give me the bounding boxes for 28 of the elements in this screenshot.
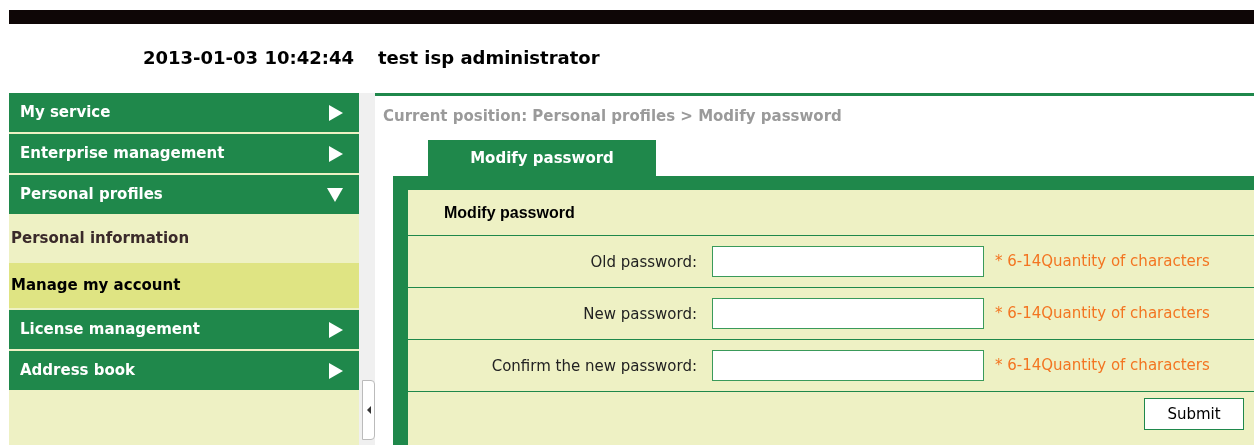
sidebar-subitem[interactable]: Manage my account xyxy=(9,263,359,308)
sidebar-menu-item[interactable]: Address book xyxy=(9,351,359,390)
sidebar-menu-item[interactable]: Personal profiles xyxy=(9,175,359,214)
password-field[interactable] xyxy=(712,298,984,329)
date-time: 2013-01-03 10:42:44 xyxy=(143,46,354,70)
field-hint: * 6-14Quantity of characters xyxy=(995,303,1210,325)
sidebar-menu-item[interactable]: My service xyxy=(9,93,359,132)
password-field[interactable] xyxy=(712,246,984,277)
caret-down-icon xyxy=(327,187,343,202)
field-label: Old password: xyxy=(590,252,697,271)
caret-right-icon xyxy=(329,104,343,121)
password-field[interactable] xyxy=(712,350,984,381)
field-hint: * 6-14Quantity of characters xyxy=(995,251,1210,273)
breadcrumb: Current position: Personal profiles > Modify password xyxy=(382,106,843,127)
field-label: Confirm the new password: xyxy=(491,356,697,375)
user-name: test isp administrator xyxy=(377,46,600,70)
sidebar-menu-item[interactable]: License management xyxy=(9,310,359,349)
form-title: Modify password xyxy=(444,202,575,223)
field-hint: * 6-14Quantity of characters xyxy=(995,355,1210,377)
sidebar-menu-item[interactable]: Enterprise management xyxy=(9,134,359,173)
submit-button[interactable]: Submit xyxy=(1144,398,1244,430)
collapse-sidebar-button[interactable] xyxy=(362,380,375,440)
caret-right-icon xyxy=(329,321,343,338)
caret-right-icon xyxy=(329,362,343,379)
field-label: New password: xyxy=(583,304,697,323)
caret-right-icon xyxy=(329,145,343,162)
tab[interactable]: Modify password xyxy=(428,140,656,176)
caret-left-icon xyxy=(366,406,371,414)
